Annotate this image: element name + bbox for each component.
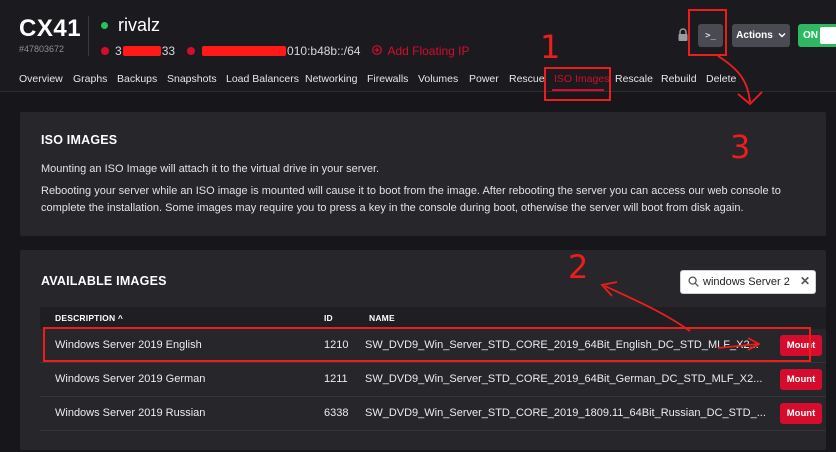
- image-id: 1211: [324, 373, 348, 385]
- image-name: SW_DVD9_Win_Server_STD_CORE_2019_64Bit_E…: [365, 339, 759, 351]
- tab-firewalls[interactable]: Firewalls: [367, 73, 408, 85]
- server-id: #47803672: [19, 44, 65, 54]
- ipv6-address[interactable]: 010:b48b::/64: [187, 44, 360, 58]
- tab-rescale[interactable]: Rescale: [615, 73, 653, 85]
- available-images-panel: AVAILABLE IMAGES ✕ DESCRIPTION ^ ID NAME…: [20, 250, 826, 450]
- tab-power[interactable]: Power: [469, 73, 499, 85]
- annotation-number-2: 2: [568, 248, 589, 286]
- server-name[interactable]: rivalz: [118, 15, 160, 36]
- console-icon: >_: [705, 30, 716, 41]
- plus-icon: [372, 43, 383, 58]
- tab-overview[interactable]: Overview: [19, 73, 63, 85]
- power-toggle-label: ON: [803, 30, 818, 41]
- tab-iso-images[interactable]: ISO Images: [554, 73, 609, 85]
- column-id[interactable]: ID: [324, 313, 333, 323]
- header-divider: [88, 16, 89, 56]
- image-search-input[interactable]: [703, 274, 795, 290]
- power-toggle[interactable]: ON: [798, 24, 836, 47]
- ip-address-row: 3 33 010:b48b::/64 Add Floating IP: [101, 43, 470, 58]
- ipv4-icon: [101, 46, 109, 55]
- image-id: 1210: [324, 339, 349, 351]
- toggle-knob: [820, 27, 836, 44]
- ipv4-suffix: 33: [161, 43, 176, 58]
- ipv4-address[interactable]: 3 33: [101, 44, 175, 58]
- mount-button[interactable]: Mount: [780, 403, 822, 424]
- server-header: CX41 #47803672 rivalz 3 33 010:b48b::/64…: [0, 0, 836, 92]
- available-images-title: AVAILABLE IMAGES: [41, 274, 167, 288]
- image-description: Windows Server 2019 German: [55, 373, 206, 385]
- table-row: Windows Server 2019 German 1211 SW_DVD9_Wi…: [40, 363, 826, 397]
- iso-info-text: Mounting an ISO Image will attach it to …: [41, 163, 380, 175]
- ipv6-suffix: 010:b48b::/64: [287, 43, 361, 58]
- tab-load-balancers[interactable]: Load Balancers: [226, 73, 299, 85]
- tab-graphs[interactable]: Graphs: [73, 73, 107, 85]
- tab-networking[interactable]: Networking: [305, 73, 358, 85]
- image-id: 6338: [324, 407, 349, 419]
- actions-dropdown[interactable]: Actions: [732, 24, 790, 47]
- table-header: DESCRIPTION ^ ID NAME: [40, 307, 826, 329]
- column-description[interactable]: DESCRIPTION ^: [55, 313, 123, 323]
- chevron-down-icon: [778, 30, 786, 41]
- active-tab-indicator: [552, 89, 604, 91]
- add-floating-ip-link[interactable]: Add Floating IP: [372, 43, 470, 58]
- tab-rebuild[interactable]: Rebuild: [661, 73, 697, 85]
- redaction-mark: [122, 45, 161, 56]
- annotation-number-3: 3: [730, 128, 751, 166]
- iso-reboot-text: Rebooting your server while an ISO image…: [41, 185, 781, 214]
- ipv4-visible: 3: [115, 43, 122, 58]
- image-name: SW_DVD9_Win_Server_STD_CORE_2019_1809.11…: [365, 407, 766, 419]
- redaction-mark: [202, 45, 287, 56]
- image-search-box: ✕: [680, 270, 816, 294]
- iso-images-title: ISO IMAGES: [41, 133, 118, 147]
- tab-backups[interactable]: Backups: [117, 73, 157, 85]
- ipv6-icon: [187, 46, 196, 55]
- table-row: Windows Server 2019 Russian 6338 SW_DVD9_W…: [40, 397, 826, 431]
- clear-search-icon[interactable]: ✕: [800, 274, 810, 288]
- annotation-number-1: 1: [540, 28, 561, 66]
- column-name[interactable]: NAME: [369, 313, 395, 323]
- iso-images-panel: ISO IMAGES Mounting an ISO Image will at…: [20, 112, 826, 236]
- tab-rescue[interactable]: Rescue: [509, 73, 545, 85]
- image-description: Windows Server 2019 English: [55, 339, 202, 351]
- tab-delete[interactable]: Delete: [706, 73, 736, 85]
- console-button[interactable]: >_: [698, 24, 723, 47]
- image-name: SW_DVD9_Win_Server_STD_CORE_2019_64Bit_G…: [365, 373, 763, 385]
- image-description: Windows Server 2019 Russian: [55, 407, 206, 419]
- mount-button[interactable]: Mount: [780, 335, 822, 356]
- tab-volumes[interactable]: Volumes: [418, 73, 458, 85]
- server-type: CX41: [19, 15, 82, 42]
- sort-ascending-icon: ^: [117, 313, 124, 323]
- mount-button[interactable]: Mount: [780, 369, 822, 390]
- status-running-icon: [101, 22, 108, 29]
- lock-icon[interactable]: [677, 28, 689, 42]
- actions-label: Actions: [736, 30, 773, 41]
- search-icon: [688, 276, 699, 290]
- add-floating-ip-label: Add Floating IP: [387, 43, 470, 58]
- table-row: Windows Server 2019 English 1210 SW_DVD9_W…: [40, 329, 826, 363]
- tab-snapshots[interactable]: Snapshots: [167, 73, 217, 85]
